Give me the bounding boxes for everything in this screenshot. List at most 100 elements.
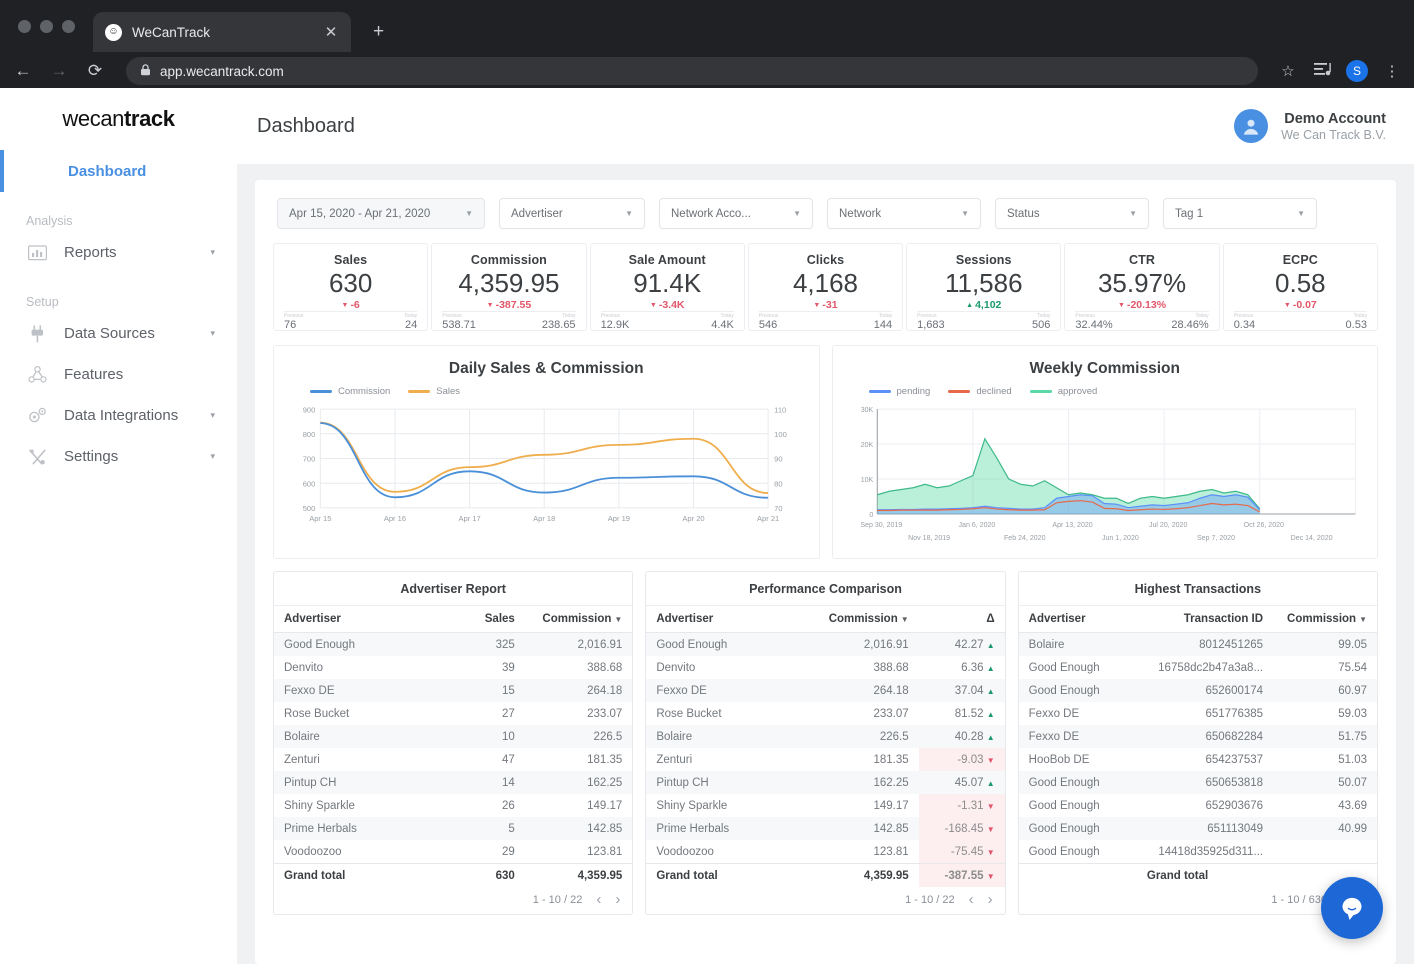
legend-item-approved[interactable]: approved <box>1030 386 1098 397</box>
next-page-button[interactable]: › <box>615 892 620 907</box>
legend-item-declined[interactable]: declined <box>948 386 1011 397</box>
table-row[interactable]: Denvito388.686.36 ▲ <box>646 656 1004 679</box>
sort-caret-icon[interactable]: ▼ <box>1359 615 1367 624</box>
table-row[interactable]: Good Enough65111304940.99 <box>1019 817 1377 840</box>
table-row[interactable]: Fexxo DE15264.18 <box>274 679 632 702</box>
chevron-down-icon[interactable]: ▾ <box>210 247 215 258</box>
reading-list-icon[interactable] <box>1312 62 1332 80</box>
table-row[interactable]: Good Enough2,016.9142.27 ▲ <box>646 633 1004 657</box>
maximize-window-button[interactable] <box>62 20 75 33</box>
new-tab-button[interactable]: + <box>373 21 384 43</box>
legend-label: declined <box>976 386 1011 397</box>
table-cell: 226.5 <box>525 725 633 748</box>
browser-tab[interactable]: ☺ WeCanTrack ✕ <box>93 12 351 52</box>
app-logo[interactable]: wecantrack <box>0 88 237 150</box>
next-page-button[interactable]: › <box>988 892 993 907</box>
filter-network[interactable]: Network ▼ <box>827 198 981 229</box>
table-row[interactable]: Good Enough3252,016.91 <box>274 633 632 657</box>
sidebar-item-data-integrations[interactable]: Data Integrations ▾ <box>0 395 237 436</box>
account-menu[interactable]: Demo Account We Can Track B.V. <box>1234 109 1386 143</box>
sidebar-item-reports[interactable]: Reports ▾ <box>0 232 237 273</box>
legend-item-commission[interactable]: Commission <box>310 386 390 397</box>
table-row[interactable]: Bolaire801245126599.05 <box>1019 633 1377 657</box>
table-row[interactable]: Zenturi181.35-9.03 ▼ <box>646 748 1004 771</box>
sort-caret-icon[interactable]: ▼ <box>901 615 909 624</box>
filter-network-account[interactable]: Network Acco... ▼ <box>659 198 813 229</box>
chevron-down-icon[interactable]: ▾ <box>210 451 215 462</box>
column-header-advertiser[interactable]: Advertiser <box>1019 606 1137 633</box>
table-cell: Bolaire <box>274 725 432 748</box>
sidebar-item-label: Features <box>64 366 199 383</box>
table-row[interactable]: Bolaire10226.5 <box>274 725 632 748</box>
column-header-commission[interactable]: Commission▼ <box>525 606 633 633</box>
chevron-down-icon[interactable]: ▼ <box>625 209 633 218</box>
table-row[interactable]: Good Enough65065381850.07 <box>1019 771 1377 794</box>
prev-page-button[interactable]: ‹ <box>596 892 601 907</box>
table-row[interactable]: HooBob DE65423753751.03 <box>1019 748 1377 771</box>
sidebar-item-dashboard[interactable]: Dashboard <box>0 150 237 192</box>
chevron-down-icon[interactable]: ▼ <box>793 209 801 218</box>
table-row[interactable]: Pintup CH14162.25 <box>274 771 632 794</box>
reload-icon[interactable]: ⟳ <box>84 61 106 81</box>
column-header--[interactable]: Δ <box>919 606 1005 633</box>
legend-item-sales[interactable]: Sales <box>408 386 460 397</box>
sidebar-item-settings[interactable]: Settings ▾ <box>0 436 237 477</box>
column-header-transaction-id[interactable]: Transaction ID <box>1137 606 1273 633</box>
sidebar-item-data-sources[interactable]: Data Sources ▾ <box>0 313 237 354</box>
close-window-button[interactable] <box>18 20 31 33</box>
chevron-down-icon[interactable]: ▼ <box>1129 209 1137 218</box>
table-row[interactable]: Prime Herbals142.85-168.45 ▼ <box>646 817 1004 840</box>
table-row[interactable]: Denvito39388.68 <box>274 656 632 679</box>
table-row[interactable]: Bolaire226.540.28 ▲ <box>646 725 1004 748</box>
column-header-commission[interactable]: Commission▼ <box>1273 606 1377 633</box>
table-row[interactable]: Voodoozoo29123.81 <box>274 840 632 864</box>
table-row[interactable]: Good Enough65290367643.69 <box>1019 794 1377 817</box>
table-row[interactable]: Voodoozoo123.81-75.45 ▼ <box>646 840 1004 864</box>
chevron-down-icon[interactable]: ▼ <box>465 209 473 218</box>
chat-bubble-icon[interactable] <box>1321 877 1383 939</box>
url-text: app.wecantrack.com <box>160 64 284 79</box>
window-traffic-lights[interactable] <box>14 0 93 52</box>
table-row[interactable]: Shiny Sparkle149.17-1.31 ▼ <box>646 794 1004 817</box>
table-row[interactable]: Good Enough16758dc2b47a3a8...75.54 <box>1019 656 1377 679</box>
chevron-down-icon[interactable]: ▾ <box>210 328 215 339</box>
column-header-commission[interactable]: Commission▼ <box>797 606 919 633</box>
table-cell: 14418d35925d311... <box>1137 840 1273 864</box>
prev-page-button[interactable]: ‹ <box>969 892 974 907</box>
column-header-advertiser[interactable]: Advertiser <box>274 606 432 633</box>
filter-advertiser[interactable]: Advertiser ▼ <box>499 198 645 229</box>
sort-caret-icon[interactable]: ▼ <box>614 615 622 624</box>
chevron-down-icon[interactable]: ▼ <box>1297 209 1305 218</box>
table-row[interactable]: Good Enough14418d35925d311... <box>1019 840 1377 864</box>
kpi-foot-right-value: 238.65 <box>542 319 576 333</box>
minimize-window-button[interactable] <box>40 20 53 33</box>
column-header-sales[interactable]: Sales <box>432 606 525 633</box>
close-icon[interactable]: ✕ <box>323 23 339 41</box>
table-row[interactable]: Prime Herbals5142.85 <box>274 817 632 840</box>
table-row[interactable]: Fexxo DE65068228451.75 <box>1019 725 1377 748</box>
legend-item-pending[interactable]: pending <box>869 386 931 397</box>
table-row[interactable]: Shiny Sparkle26149.17 <box>274 794 632 817</box>
table-row[interactable]: Good Enough65260017460.97 <box>1019 679 1377 702</box>
filter-tag-1[interactable]: Tag 1 ▼ <box>1163 198 1317 229</box>
table-row[interactable]: Zenturi47181.35 <box>274 748 632 771</box>
profile-avatar[interactable]: S <box>1346 60 1368 82</box>
table-row[interactable]: Rose Bucket233.0781.52 ▲ <box>646 702 1004 725</box>
sidebar-item-features[interactable]: Features <box>0 354 237 395</box>
chevron-down-icon[interactable]: ▼ <box>961 209 969 218</box>
menu-icon[interactable]: ⋮ <box>1382 62 1402 80</box>
address-bar[interactable]: app.wecantrack.com <box>126 57 1258 85</box>
arrow-up-icon: ▲ <box>987 664 995 673</box>
forward-icon[interactable]: → <box>48 61 70 81</box>
table-row[interactable]: Pintup CH162.2545.07 ▲ <box>646 771 1004 794</box>
filter-date-range[interactable]: Apr 15, 2020 - Apr 21, 2020 ▼ <box>277 198 485 229</box>
table-cell: 75.54 <box>1273 656 1377 679</box>
column-header-advertiser[interactable]: Advertiser <box>646 606 796 633</box>
star-icon[interactable]: ☆ <box>1278 62 1298 80</box>
chevron-down-icon[interactable]: ▾ <box>210 410 215 421</box>
table-row[interactable]: Rose Bucket27233.07 <box>274 702 632 725</box>
table-row[interactable]: Fexxo DE264.1837.04 ▲ <box>646 679 1004 702</box>
filter-status[interactable]: Status ▼ <box>995 198 1149 229</box>
table-row[interactable]: Fexxo DE65177638559.03 <box>1019 702 1377 725</box>
back-icon[interactable]: ← <box>12 61 34 81</box>
